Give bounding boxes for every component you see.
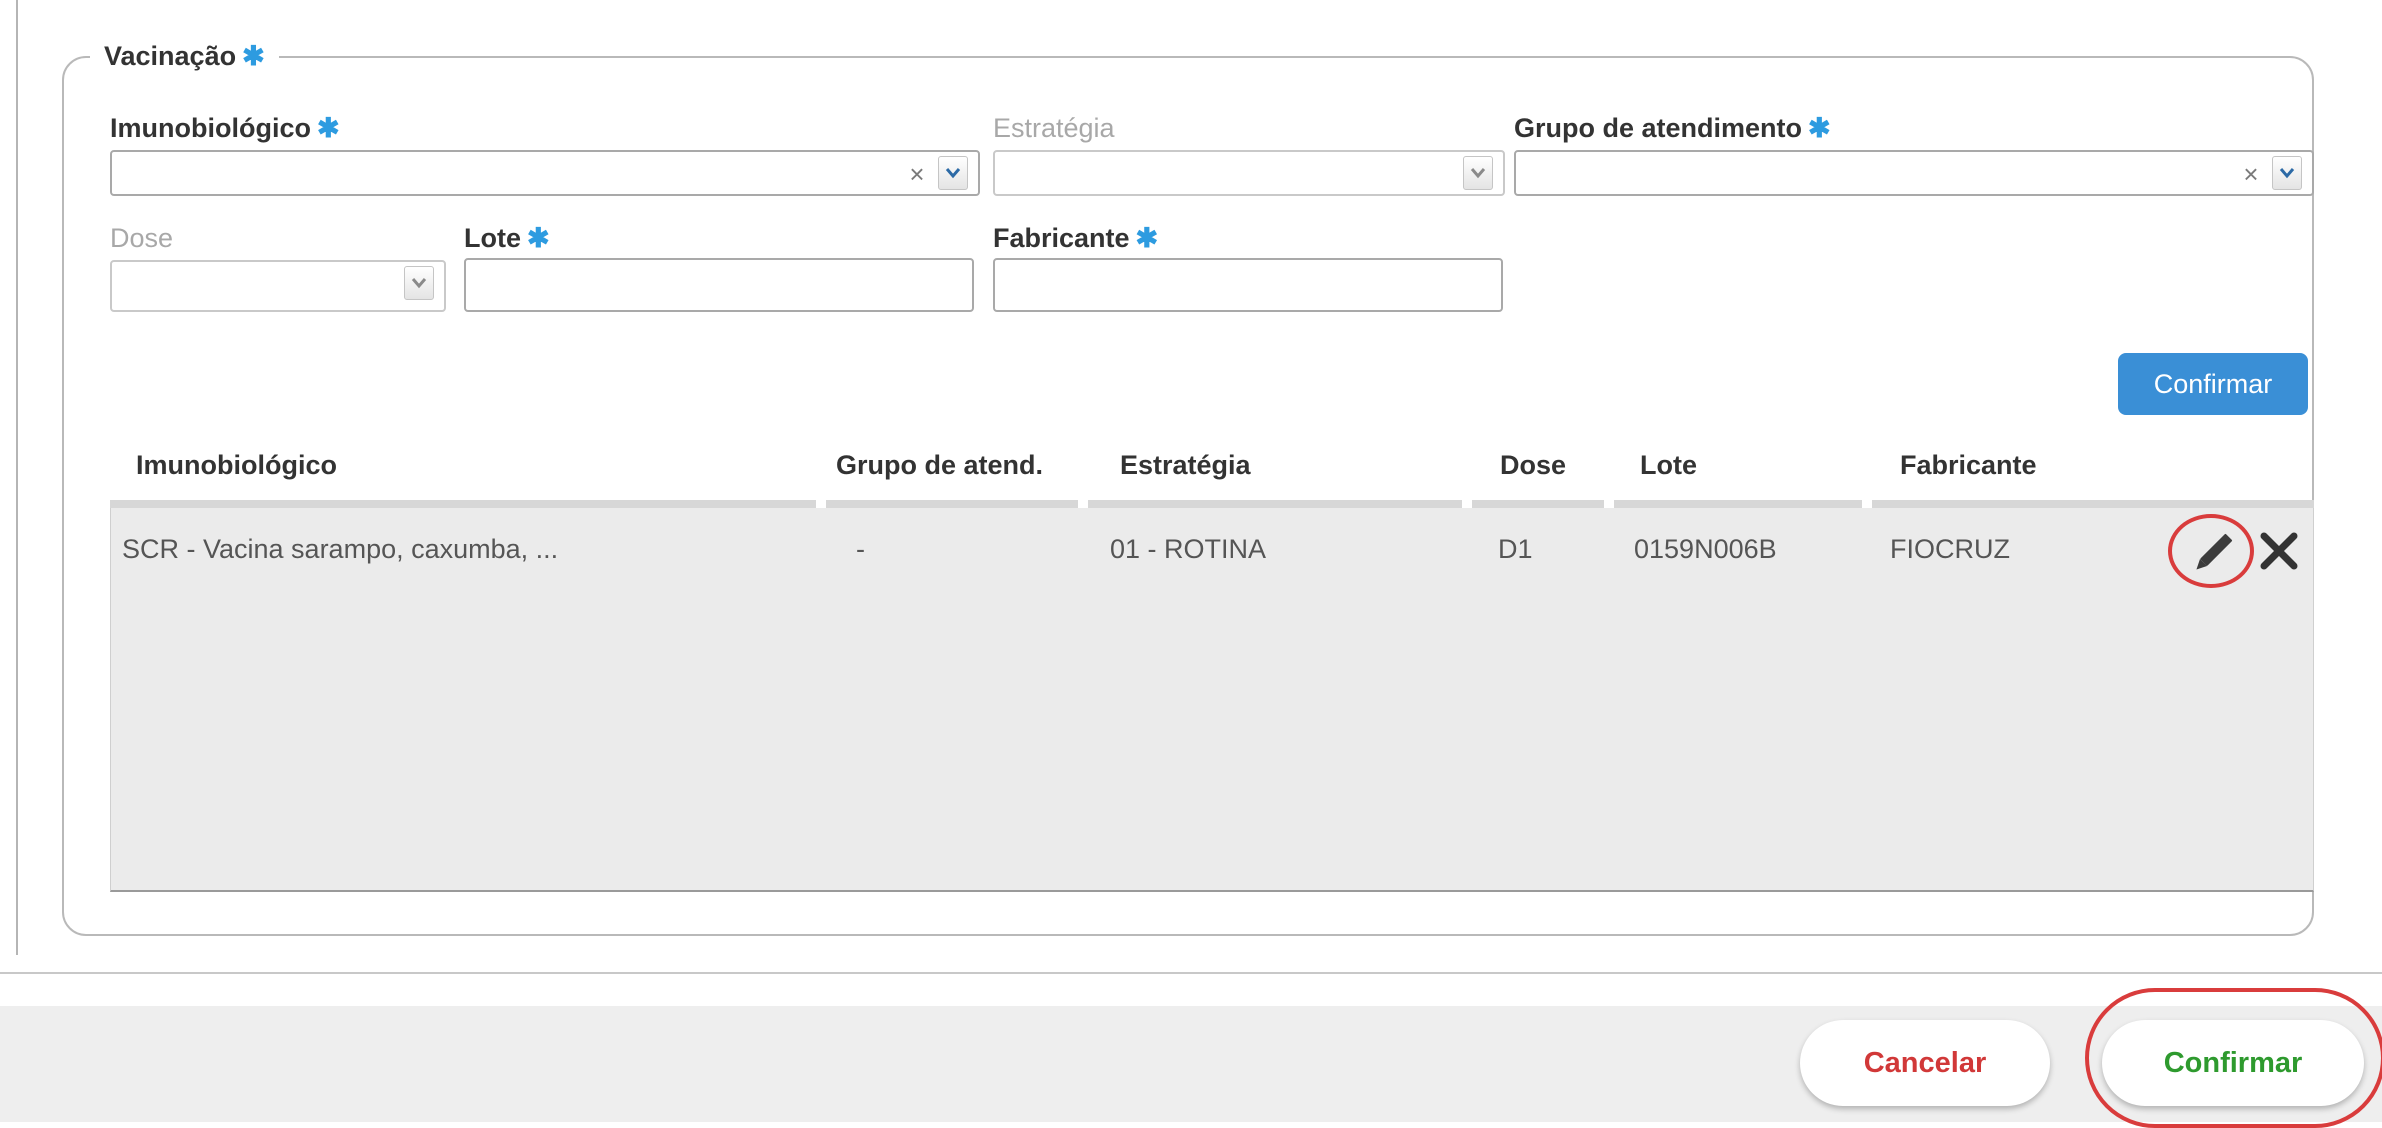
cell-fabricante: FIOCRUZ bbox=[1890, 534, 2010, 564]
column-header-fabricante[interactable]: Fabricante bbox=[1900, 450, 2037, 481]
column-resize-handle[interactable] bbox=[1462, 500, 1472, 508]
column-resize-handle[interactable] bbox=[1078, 500, 1088, 508]
required-marker: ✱ bbox=[242, 41, 265, 71]
required-marker: ✱ bbox=[316, 113, 340, 143]
grupo-atendimento-select[interactable]: × bbox=[1514, 150, 2314, 196]
footer-divider bbox=[0, 972, 2382, 974]
column-resize-handle[interactable] bbox=[1604, 500, 1614, 508]
lote-input[interactable] bbox=[466, 260, 972, 310]
imunobiologico-label: Imunobiológico ✱ bbox=[110, 113, 340, 143]
column-resize-handle[interactable] bbox=[816, 500, 826, 508]
dose-select[interactable] bbox=[110, 260, 446, 312]
cell-dose: D1 bbox=[1498, 534, 1533, 564]
highlight-ring bbox=[2085, 988, 2382, 1128]
chevron-down-icon[interactable] bbox=[938, 156, 968, 190]
table-header-divider bbox=[110, 500, 2314, 508]
required-marker: ✱ bbox=[1808, 113, 1831, 143]
table-body bbox=[110, 508, 2314, 892]
imunobiologico-select[interactable]: × bbox=[110, 150, 980, 196]
chevron-down-icon[interactable] bbox=[2272, 156, 2302, 190]
confirm-add-button[interactable]: Confirmar bbox=[2118, 353, 2308, 415]
fabricante-field[interactable] bbox=[993, 258, 1503, 312]
column-header-grupo[interactable]: Grupo de atend. bbox=[836, 450, 1043, 481]
cell-imunobiologico: SCR - Vacina sarampo, caxumba, ... bbox=[122, 534, 559, 564]
clear-icon[interactable]: × bbox=[2240, 156, 2262, 190]
column-header-estrategia[interactable]: Estratégia bbox=[1120, 450, 1251, 481]
cancel-button[interactable]: Cancelar bbox=[1800, 1020, 2050, 1106]
lote-field[interactable] bbox=[464, 258, 974, 312]
column-header-lote[interactable]: Lote bbox=[1640, 450, 1697, 481]
required-marker: ✱ bbox=[527, 223, 550, 253]
dose-input[interactable] bbox=[112, 262, 444, 310]
lote-label: Lote ✱ bbox=[464, 223, 550, 253]
fabricante-input[interactable] bbox=[995, 260, 1501, 310]
imunobiologico-input[interactable] bbox=[112, 152, 978, 194]
grupo-atendimento-input[interactable] bbox=[1516, 152, 2312, 194]
column-resize-handle[interactable] bbox=[1862, 500, 1872, 508]
cell-lote: 0159N006B bbox=[1634, 534, 1777, 564]
cell-estrategia: 01 - ROTINA bbox=[1110, 534, 1267, 564]
fabricante-label: Fabricante ✱ bbox=[993, 223, 1159, 253]
clear-icon[interactable]: × bbox=[906, 156, 928, 190]
grupo-atendimento-label: Grupo de atendimento ✱ bbox=[1514, 113, 1831, 143]
estrategia-input[interactable] bbox=[995, 152, 1503, 194]
estrategia-label: Estratégia bbox=[993, 113, 1115, 143]
column-header-dose[interactable]: Dose bbox=[1500, 450, 1566, 481]
section-title: Vacinação ✱ bbox=[90, 36, 279, 76]
close-icon[interactable] bbox=[2258, 530, 2300, 572]
required-marker: ✱ bbox=[1135, 223, 1159, 253]
cell-grupo: - bbox=[856, 534, 865, 564]
highlight-ring bbox=[2168, 514, 2254, 588]
chevron-down-icon[interactable] bbox=[404, 266, 434, 300]
left-border bbox=[16, 0, 18, 955]
chevron-down-icon[interactable] bbox=[1463, 156, 1493, 190]
estrategia-select[interactable] bbox=[993, 150, 1505, 196]
column-header-imunobiologico[interactable]: Imunobiológico bbox=[136, 450, 337, 481]
dose-label: Dose bbox=[110, 223, 174, 253]
